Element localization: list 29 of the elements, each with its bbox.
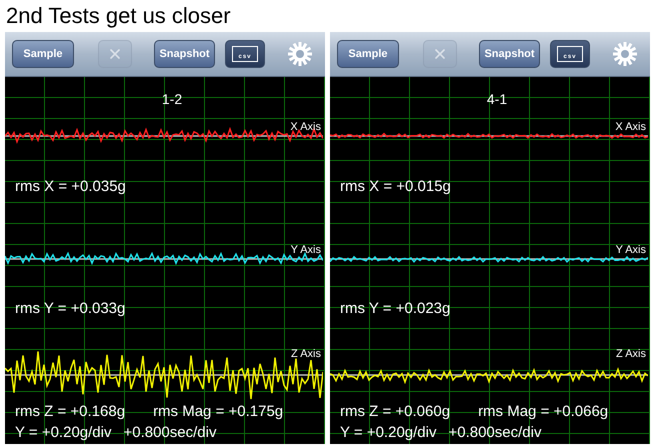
close-icon <box>432 46 448 62</box>
rms-reading: rms X = +0.035g <box>15 178 126 198</box>
rms-reading: rms Y = +0.023g <box>340 300 450 319</box>
rms-reading: rms Y = +0.033g <box>15 300 126 319</box>
axis-label: X Axis <box>615 121 646 133</box>
axis-label: Y Axis <box>290 244 321 256</box>
snapshot-button[interactable]: Snapshot <box>154 40 215 68</box>
settings-icon[interactable] <box>287 41 313 67</box>
axis-label: Z Axis <box>291 348 321 360</box>
close-icon <box>107 46 123 62</box>
rms-reading: rms Z = +0.168g <box>15 402 126 422</box>
time-scale-label: +0.800sec/div <box>448 424 542 444</box>
graph-caption: 4-1 <box>486 90 508 109</box>
settings-icon[interactable] <box>612 41 638 67</box>
rms-magnitude-reading: rms Mag = +0.066g <box>478 402 608 422</box>
axis-label: X Axis <box>290 121 321 133</box>
rms-reading: rms X = +0.015g <box>340 178 451 198</box>
axis-label: Y Axis <box>616 244 646 256</box>
graph-caption: 1-2 <box>160 90 184 109</box>
time-scale-label: +0.800sec/div <box>123 424 216 444</box>
y-scale-label: Y = +0.20g/div <box>15 424 112 444</box>
sample-button[interactable]: Sample <box>12 40 74 68</box>
snapshot-button[interactable]: Snapshot <box>479 40 540 68</box>
sample-button[interactable]: Sample <box>337 40 399 68</box>
slide-title: 2nd Tests get us closer <box>5 2 232 30</box>
axis-label: Z Axis <box>616 348 646 360</box>
rms-reading: rms Z = +0.060g <box>340 402 450 422</box>
rms-magnitude-reading: rms Mag = +0.175g <box>153 402 284 422</box>
y-scale-label: Y = +0.20g/div <box>340 424 436 444</box>
